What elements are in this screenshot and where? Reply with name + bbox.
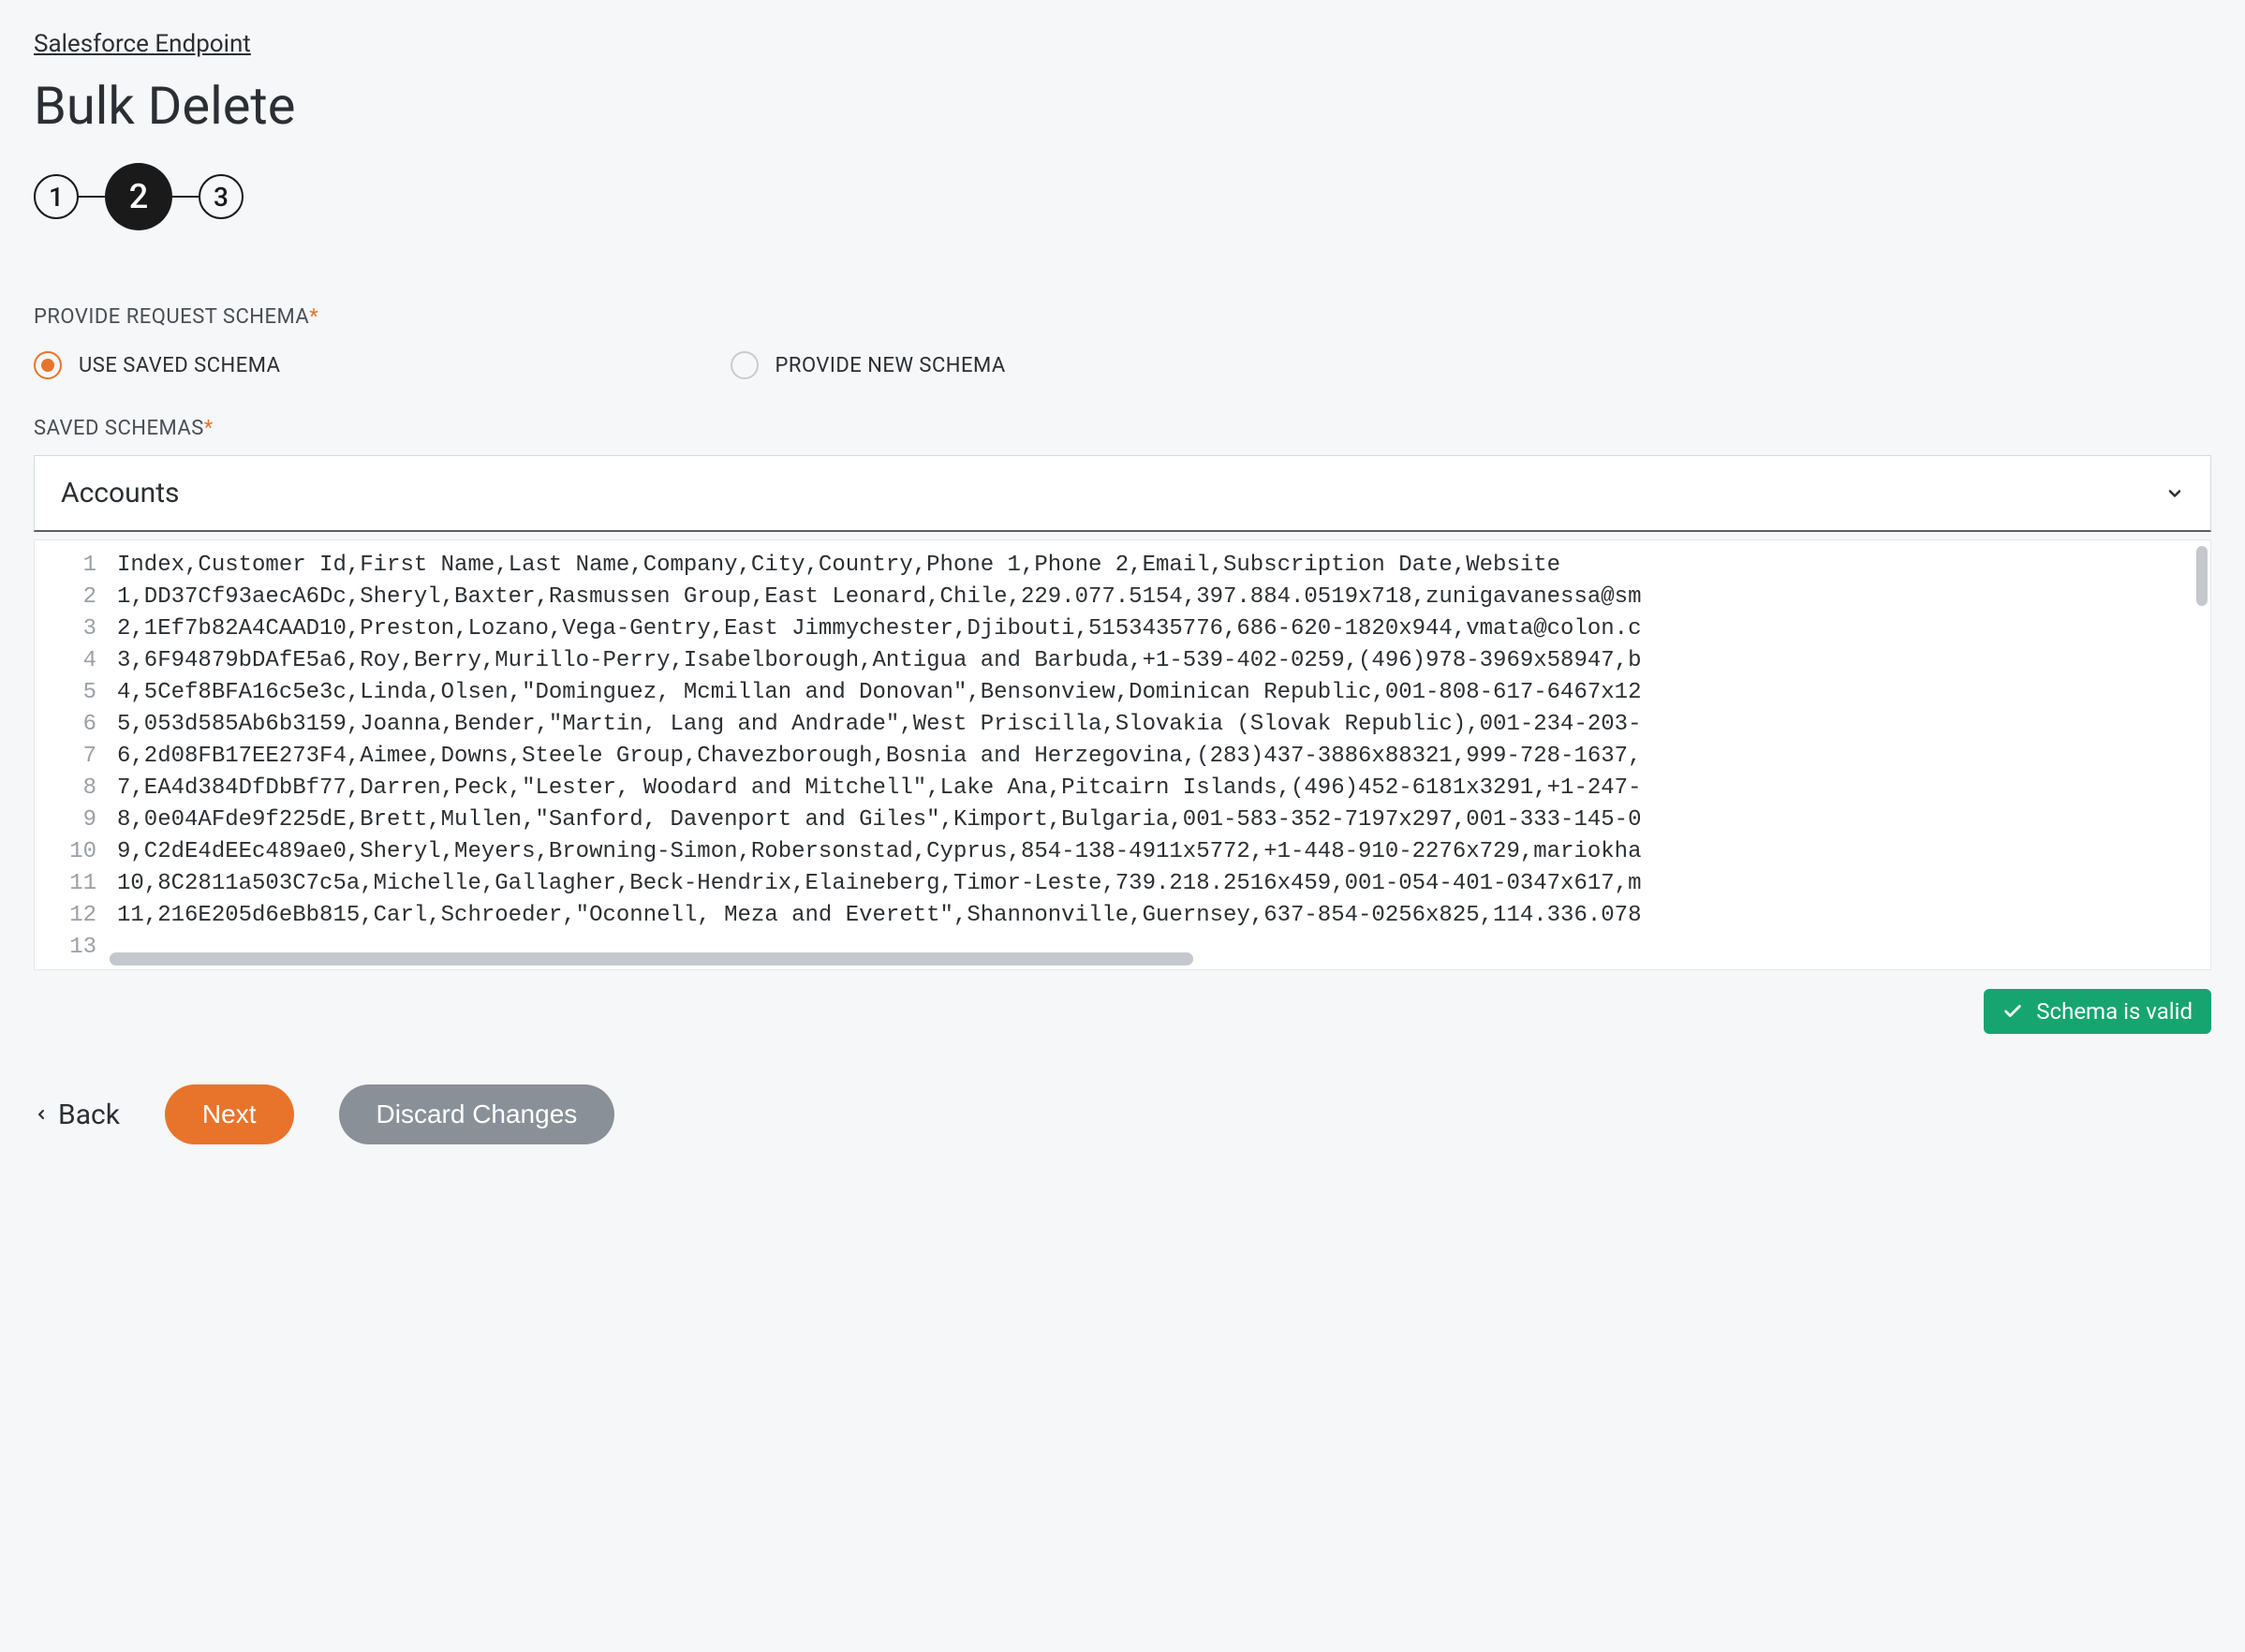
schema-radio-group: USE SAVED SCHEMA PROVIDE NEW SCHEMA <box>34 351 2211 379</box>
code-line: 3,6F94879bDAfE5a6,Roy,Berry,Murillo-Perr… <box>117 645 2210 677</box>
code-line: 10,8C2811a503C7c5a,Michelle,Gallagher,Be… <box>117 868 2210 900</box>
horizontal-scrollbar[interactable] <box>110 952 2193 966</box>
valid-text: Schema is valid <box>2036 998 2193 1025</box>
back-button[interactable]: Back <box>34 1099 120 1131</box>
code-line: 2,1Ef7b82A4CAAD10,Preston,Lozano,Vega-Ge… <box>117 613 2210 645</box>
step-2[interactable]: 2 <box>105 163 172 230</box>
scrollbar-thumb[interactable] <box>110 952 1193 966</box>
code-line: Index,Customer Id,First Name,Last Name,C… <box>117 550 2210 582</box>
radio-use-saved[interactable]: USE SAVED SCHEMA <box>34 351 281 379</box>
vertical-scrollbar[interactable] <box>2193 540 2210 969</box>
required-icon: * <box>204 417 214 440</box>
radio-icon <box>731 351 759 379</box>
required-icon: * <box>309 305 318 329</box>
saved-schemas-label-text: SAVED SCHEMAS <box>34 417 204 440</box>
code-line: 7,EA4d384DfDbBf77,Darren,Peck,"Lester, W… <box>117 773 2210 804</box>
saved-schema-select[interactable]: Accounts <box>34 455 2211 532</box>
footer: Back Next Discard Changes <box>34 1084 2211 1144</box>
discard-button[interactable]: Discard Changes <box>339 1084 615 1144</box>
scrollbar-thumb[interactable] <box>2196 546 2208 606</box>
saved-schemas-label: SAVED SCHEMAS* <box>34 417 2211 440</box>
next-button[interactable]: Next <box>165 1084 294 1144</box>
schema-valid-badge: Schema is valid <box>1984 989 2211 1034</box>
code-line: 1,DD37Cf93aecA6Dc,Sheryl,Baxter,Rasmusse… <box>117 582 2210 613</box>
code-line: 8,0e04AFde9f225dE,Brett,Mullen,"Sanford,… <box>117 804 2210 836</box>
select-value: Accounts <box>61 477 180 509</box>
code-line: 6,2d08FB17EE273F4,Aimee,Downs,Steele Gro… <box>117 741 2210 773</box>
radio-provide-new[interactable]: PROVIDE NEW SCHEMA <box>731 351 1006 379</box>
code-line: 4,5Cef8BFA16c5e3c,Linda,Olsen,"Dominguez… <box>117 677 2210 709</box>
radio-label: PROVIDE NEW SCHEMA <box>775 354 1006 377</box>
step-1[interactable]: 1 <box>34 174 79 219</box>
step-connector <box>172 196 199 199</box>
chevron-left-icon <box>34 1102 49 1127</box>
radio-icon <box>34 351 62 379</box>
check-icon <box>2002 1001 2023 1022</box>
radio-label: USE SAVED SCHEMA <box>79 354 281 377</box>
schema-editor[interactable]: 12345678910111213 Index,Customer Id,Firs… <box>34 539 2211 970</box>
page-title: Bulk Delete <box>34 75 2211 137</box>
code-line: 9,C2dE4dEEc489ae0,Sheryl,Meyers,Browning… <box>117 836 2210 868</box>
stepper: 1 2 3 <box>34 163 2211 230</box>
chevron-down-icon <box>2165 484 2184 503</box>
schema-label: PROVIDE REQUEST SCHEMA* <box>34 305 2211 329</box>
step-3[interactable]: 3 <box>199 174 244 219</box>
step-connector <box>79 196 105 199</box>
code-line: 11,216E205d6eBb815,Carl,Schroeder,"Oconn… <box>117 900 2210 932</box>
editor-content[interactable]: Index,Customer Id,First Name,Last Name,C… <box>110 540 2210 932</box>
breadcrumb-link[interactable]: Salesforce Endpoint <box>34 30 251 58</box>
code-line: 5,053d585Ab6b3159,Joanna,Bender,"Martin,… <box>117 709 2210 741</box>
schema-label-text: PROVIDE REQUEST SCHEMA <box>34 305 309 329</box>
line-gutter: 12345678910111213 <box>35 540 110 969</box>
back-label: Back <box>58 1099 120 1131</box>
